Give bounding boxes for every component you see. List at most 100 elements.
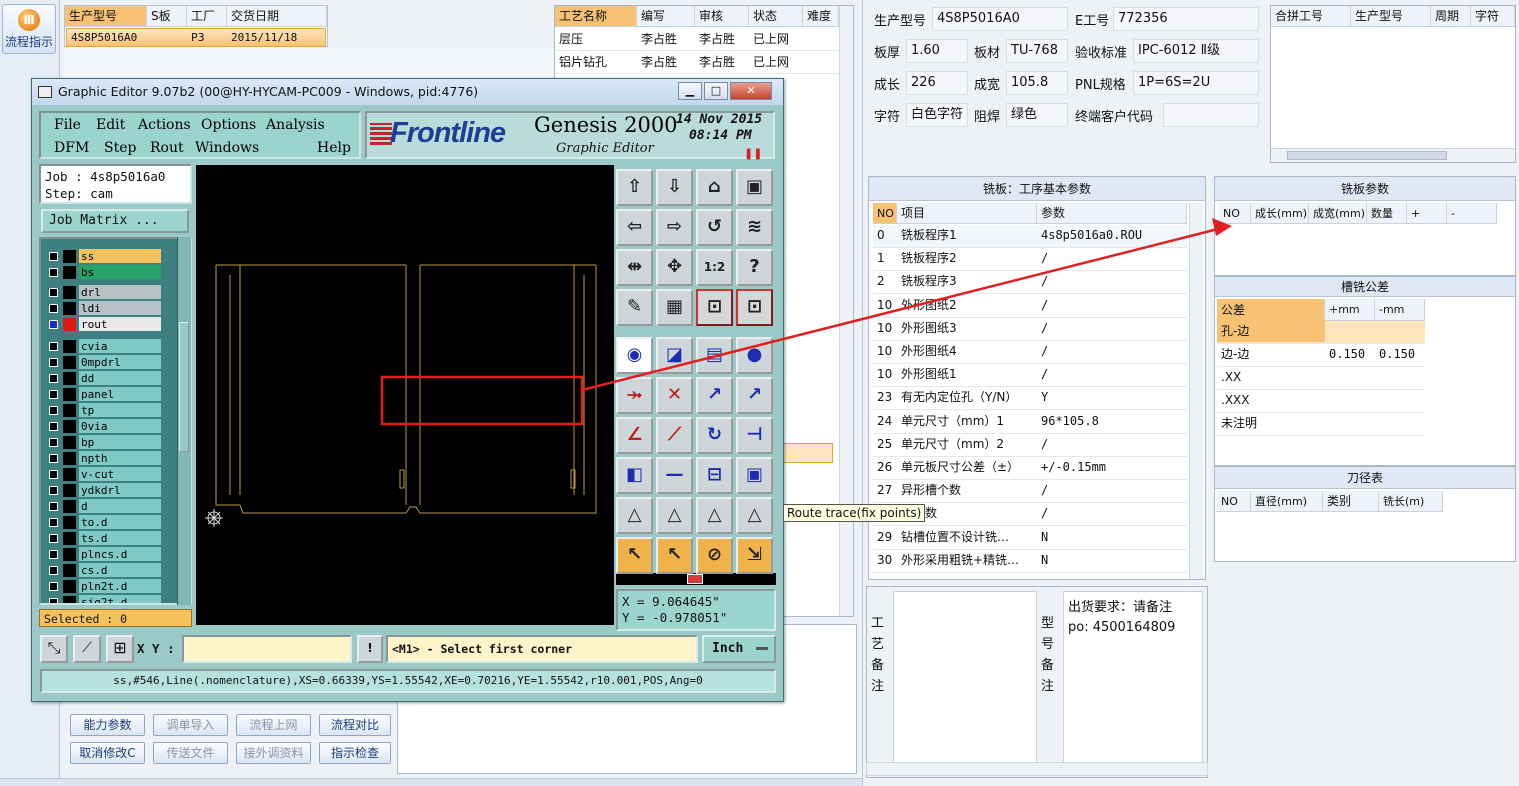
tool-fill-icon[interactable]: ◉	[616, 337, 653, 374]
layer-item-rout[interactable]: rout	[41, 317, 181, 332]
process-col-writer[interactable]: 编写	[637, 6, 695, 27]
flow-indicator-button[interactable]: Ⅲ 流程指示	[2, 4, 56, 54]
tool-tri-c-icon[interactable]: △	[696, 497, 733, 534]
pause-icon[interactable]: ❚❚	[744, 147, 762, 160]
zoom-area-button[interactable]: ⤡	[40, 635, 68, 663]
layer-checkbox[interactable]	[49, 438, 58, 447]
table-row[interactable]: 10 外形图纸4 /	[873, 341, 1187, 364]
table-row[interactable]: .XX	[1217, 367, 1425, 390]
table-row[interactable]: 27 异形槽个数 /	[873, 480, 1187, 504]
layer-checkbox[interactable]	[49, 390, 58, 399]
layer-checkbox[interactable]	[49, 374, 58, 383]
tool-tri-a-icon[interactable]: △	[616, 497, 653, 534]
grid-button[interactable]: ⊞	[106, 635, 134, 663]
layer-item-tp[interactable]: tp	[41, 403, 181, 418]
order-col-s[interactable]: S板	[147, 6, 187, 27]
slot-col-tol[interactable]: 公差	[1217, 299, 1325, 321]
process-col-reviewer[interactable]: 审核	[695, 6, 749, 27]
unit-selector[interactable]: Inch	[702, 635, 776, 663]
alert-button[interactable]: !	[357, 635, 383, 663]
layer-item-0via[interactable]: 0via	[41, 419, 181, 434]
import-order-button[interactable]: 调单导入	[153, 714, 228, 736]
right-hscroll[interactable]	[866, 762, 1208, 776]
e-value[interactable]: 772356	[1113, 7, 1259, 31]
merge-col-cycle[interactable]: 周期	[1431, 6, 1471, 27]
order-col-model[interactable]: 生产型号	[65, 6, 147, 27]
process-highlight-row[interactable]	[783, 443, 833, 463]
layer-item-to-d[interactable]: to.d	[41, 515, 181, 530]
scroll-thumb[interactable]	[179, 322, 189, 452]
layer-item-sig2t-d[interactable]: sig2t.d	[41, 595, 181, 603]
genesis-titlebar[interactable]: Graphic Editor 9.07b2 (00@HY-HYCAM-PC009…	[32, 79, 783, 105]
table-row[interactable]: 30 外形采用粗铣+精铣… N	[873, 550, 1187, 573]
process-note-box[interactable]	[893, 591, 1037, 767]
job-matrix-button[interactable]: Job Matrix ...	[41, 209, 189, 233]
standard-value[interactable]: IPC-6012 Ⅱ级	[1133, 39, 1259, 63]
layer-item-v-cut[interactable]: v-cut	[41, 467, 181, 482]
layer-item-panel[interactable]: panel	[41, 387, 181, 402]
minimize-button[interactable]: ▁	[678, 82, 702, 100]
xy-input[interactable]	[182, 635, 352, 663]
layer-checkbox[interactable]	[49, 486, 58, 495]
merge-col-job[interactable]: 合拼工号	[1271, 6, 1351, 27]
tool-angle-icon[interactable]: ∠	[616, 417, 653, 454]
pnl-value[interactable]: 1P=6S=2U	[1133, 71, 1259, 95]
tool-tri-b-icon[interactable]: △	[656, 497, 693, 534]
tool-trace-icon[interactable]: ⇲	[736, 537, 773, 574]
layer-item-bs[interactable]: bs	[41, 265, 181, 280]
external-data-button[interactable]: 接外调资料	[236, 742, 311, 764]
instruction-check-button[interactable]: 指示检查	[319, 742, 391, 764]
layer-checkbox[interactable]	[49, 598, 58, 603]
tool-point-icon[interactable]: ●	[736, 337, 773, 374]
tool-route-a-icon[interactable]: ⊡	[696, 289, 733, 326]
tool-center-icon[interactable]: ✥	[656, 249, 693, 286]
mask-value[interactable]: 绿色	[1006, 103, 1068, 127]
process-col-status[interactable]: 状态	[749, 6, 803, 27]
menu-rout[interactable]: Rout	[150, 140, 184, 156]
mb-col-qty[interactable]: 数量	[1367, 203, 1407, 224]
tool-copy-up-icon[interactable]: ⇧	[616, 169, 653, 206]
close-button[interactable]: ✕	[730, 82, 772, 100]
tool-array-icon[interactable]: ▣	[736, 457, 773, 494]
palette-toggle-icon[interactable]	[687, 574, 703, 584]
tool-col-no[interactable]: NO	[1217, 491, 1251, 512]
menu-help[interactable]: Help	[317, 140, 351, 156]
order-col-factory[interactable]: 工厂	[187, 6, 227, 27]
tool-route-b-icon[interactable]: ⊡	[736, 289, 773, 326]
width-value[interactable]: 105.8	[1006, 71, 1068, 95]
menu-options[interactable]: Options	[201, 117, 256, 133]
table-row[interactable]: 边-边 0.150 0.150	[1217, 344, 1425, 367]
cancel-edit-button[interactable]: 取消修改C	[70, 742, 145, 764]
model-value[interactable]: 4S8P5016A0	[932, 7, 1068, 31]
layer-item-npth[interactable]: npth	[41, 451, 181, 466]
layer-checkbox[interactable]	[49, 454, 58, 463]
tool-edit-icon[interactable]: ✎	[616, 289, 653, 326]
send-file-button[interactable]: 传送文件	[153, 742, 228, 764]
model-note-box[interactable]: 出货要求：请备注 po: 4500164809	[1063, 591, 1203, 767]
layer-item-d[interactable]: d	[41, 499, 181, 514]
tool-hline-icon[interactable]: —	[656, 457, 693, 494]
menu-edit[interactable]: Edit	[96, 117, 125, 133]
tool-ruler-icon[interactable]: ▤	[696, 337, 733, 374]
mill-col-param[interactable]: 参数	[1037, 203, 1187, 224]
tool-col-diam[interactable]: 直径(mm)	[1251, 491, 1323, 512]
tool-corner-icon[interactable]: ⊣	[736, 417, 773, 454]
slot-col-plus[interactable]: +mm	[1325, 299, 1375, 321]
tool-help-icon[interactable]: ?	[736, 249, 773, 286]
maximize-button[interactable]: □	[704, 82, 728, 100]
layer-checkbox[interactable]	[49, 502, 58, 511]
tool-fit-icon[interactable]: ⇹	[616, 249, 653, 286]
tool-snap-icon[interactable]: ◧	[616, 457, 653, 494]
layer-checkbox[interactable]	[49, 422, 58, 431]
tool-pattern-icon[interactable]: ≋	[736, 209, 773, 246]
order-col-date[interactable]: 交货日期	[227, 6, 327, 27]
table-row[interactable]: 25 单元尺寸（mm）2 /	[873, 434, 1187, 457]
tool-delete-icon[interactable]: ✕	[656, 377, 693, 414]
tool-tri-d-icon[interactable]: △	[736, 497, 773, 534]
table-row[interactable]: 4S8P5016A0 P3 2015/11/18	[66, 28, 326, 47]
table-row[interactable]: 未注明	[1217, 413, 1425, 436]
tool-col-length[interactable]: 铣长(m)	[1379, 491, 1443, 512]
table-row[interactable]: 铝片钻孔 李占胜 李占胜 已上网	[555, 51, 839, 74]
table-row[interactable]: .XXX	[1217, 390, 1425, 413]
tool-window-icon[interactable]: ▣	[736, 169, 773, 206]
